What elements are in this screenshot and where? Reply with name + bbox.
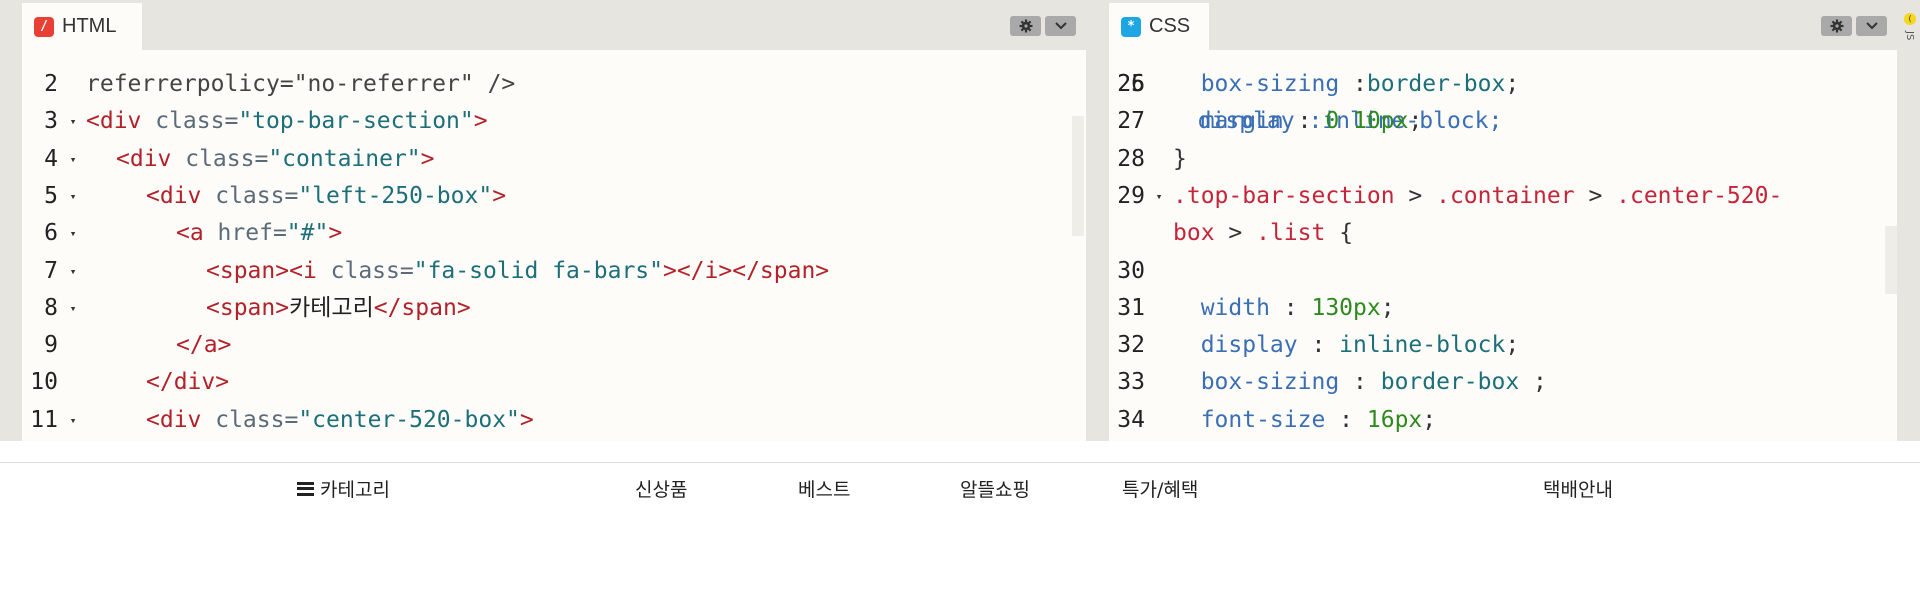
html-editor-panel: / HTML referrerpolicy="no-referrer" /> 2… [22, 3, 1086, 441]
line-number: 9 [44, 332, 58, 359]
code-text: </div> [146, 369, 230, 396]
code-line: 27 margin : 0 10px; [1109, 103, 1897, 140]
fold-arrow-icon[interactable]: ▾ [66, 141, 80, 178]
code-text: width : 130px; [1173, 294, 1395, 321]
code-line: 29 ▾ .top-bar-section > .container > .cent… [1109, 178, 1897, 215]
code-line: 28} [1109, 141, 1897, 178]
line-number: 7 [44, 257, 58, 284]
code-line: 34 font-size : 16px; [1109, 402, 1897, 439]
code-text: <div class="top-bar-section"> [86, 108, 488, 135]
preview-pane: 카테고리 신상품 베스트 알뜰쇼핑 특가/혜택 택배안내 [0, 462, 1920, 591]
code-text: display : inline-block; [1173, 332, 1520, 359]
fold-arrow-icon[interactable]: ▾ [66, 253, 80, 290]
category-label: 카테고리 [320, 479, 390, 501]
code-text: } [1173, 145, 1187, 172]
js-collapsed-panel[interactable]: ( JS [1900, 3, 1920, 441]
html-scrollbar[interactable] [1072, 116, 1084, 236]
code-line: 31 width : 130px; [1109, 290, 1897, 327]
code-line: 4 ▾ <div class="container"> [22, 141, 1086, 178]
shipping-info-link[interactable]: 택배안내 [1543, 475, 1613, 502]
code-text: <div class="left-250-box"> [146, 182, 507, 209]
code-text: <span>카테고리</span> [206, 294, 471, 321]
code-line: 9 </a> [22, 327, 1086, 364]
editor-area: / HTML referrerpolicy="no-referrer" /> 2… [0, 0, 1920, 441]
line-number: 10 [30, 369, 58, 396]
fold-arrow-icon[interactable]: ▾ [66, 103, 80, 140]
line-number: 3 [44, 108, 58, 135]
code-line: 8 ▾ <span>카테고리</span> [22, 290, 1086, 327]
line-number: 27 [1117, 108, 1145, 135]
menu-item[interactable]: 특가/혜택 [1122, 475, 1198, 502]
line-number: 8 [44, 294, 58, 321]
bars-icon [297, 481, 314, 496]
fold-arrow-icon[interactable]: ▾ [66, 178, 80, 215]
code-line: 7 ▾ <span><i class="fa-solid fa-bars"></i>… [22, 253, 1086, 290]
css-editor-panel: * CSS 25 display :inline-block; 26 box-s… [1109, 3, 1897, 441]
code-text: <span><i class="fa-solid fa-bars"></i></… [206, 257, 830, 284]
html-code-area[interactable]: referrerpolicy="no-referrer" /> 2 3 ▾ <div … [22, 50, 1086, 441]
code-text: </a> [176, 332, 232, 359]
line-number: 32 [1117, 332, 1145, 359]
menu-item[interactable]: 베스트 [798, 475, 850, 502]
code-line: 30 [1109, 253, 1897, 290]
fold-arrow-icon[interactable]: ▾ [1152, 178, 1166, 215]
code-line: box > .list { [1109, 215, 1897, 252]
code-line: 5 ▾ <div class="left-250-box"> [22, 178, 1086, 215]
code-text: box-sizing : border-box ; [1173, 369, 1547, 396]
js-circle-icon: ( [1904, 13, 1916, 25]
code-text: <div class="container"> [116, 145, 435, 172]
code-text: font-size : 16px; [1173, 406, 1437, 433]
line-number: 30 [1117, 257, 1145, 284]
css-scrollbar[interactable] [1885, 226, 1897, 294]
line-number: 28 [1117, 145, 1145, 172]
code-line-partial: referrerpolicy="no-referrer" /> [22, 29, 1086, 97]
fold-arrow-icon[interactable]: ▾ [66, 290, 80, 327]
menu-item[interactable]: 알뜰쇼핑 [960, 475, 1030, 502]
code-line: 2 [22, 66, 1086, 103]
line-number: 33 [1117, 369, 1145, 396]
line-number: 5 [44, 182, 58, 209]
line-number: 4 [44, 145, 58, 172]
js-label: JS [1904, 31, 1915, 41]
code-line: 11 ▾ <div class="center-520-box"> [22, 402, 1086, 439]
css-code-area[interactable]: 25 display :inline-block; 26 box-sizing … [1109, 50, 1897, 441]
menu-item[interactable]: 신상품 [635, 475, 687, 502]
code-line: 6 ▾ <a href="#"> [22, 215, 1086, 252]
line-number: 6 [44, 220, 58, 247]
code-line: 3 ▾ <div class="top-bar-section"> [22, 103, 1086, 140]
code-text: .top-bar-section > .container > .center-… [1173, 182, 1783, 209]
fold-arrow-icon[interactable]: ▾ [66, 402, 80, 439]
line-number: 11 [30, 406, 58, 433]
line-number: 2 [44, 71, 58, 97]
code-text: <div class="center-520-box"> [146, 406, 534, 433]
code-line-partial: 25 display :inline-block; [1109, 29, 1897, 134]
code-text: margin : 0 10px; [1173, 108, 1423, 135]
code-text: box > .list { [1173, 220, 1354, 247]
code-line: 33 box-sizing : border-box ; [1109, 364, 1897, 401]
line-number: 29 [1117, 182, 1145, 209]
code-line: 26 box-sizing :border-box; [1109, 66, 1897, 103]
line-number: 31 [1117, 294, 1145, 321]
category-link[interactable]: 카테고리 [297, 475, 390, 502]
code-line: 32 display : inline-block; [1109, 327, 1897, 364]
fold-arrow-icon[interactable]: ▾ [66, 215, 80, 252]
code-text: <a href="#"> [176, 220, 343, 247]
code-line: 10 </div> [22, 364, 1086, 401]
line-number: 26 [1117, 71, 1145, 97]
line-number: 34 [1117, 406, 1145, 433]
code-text: box-sizing :border-box; [1173, 71, 1520, 97]
